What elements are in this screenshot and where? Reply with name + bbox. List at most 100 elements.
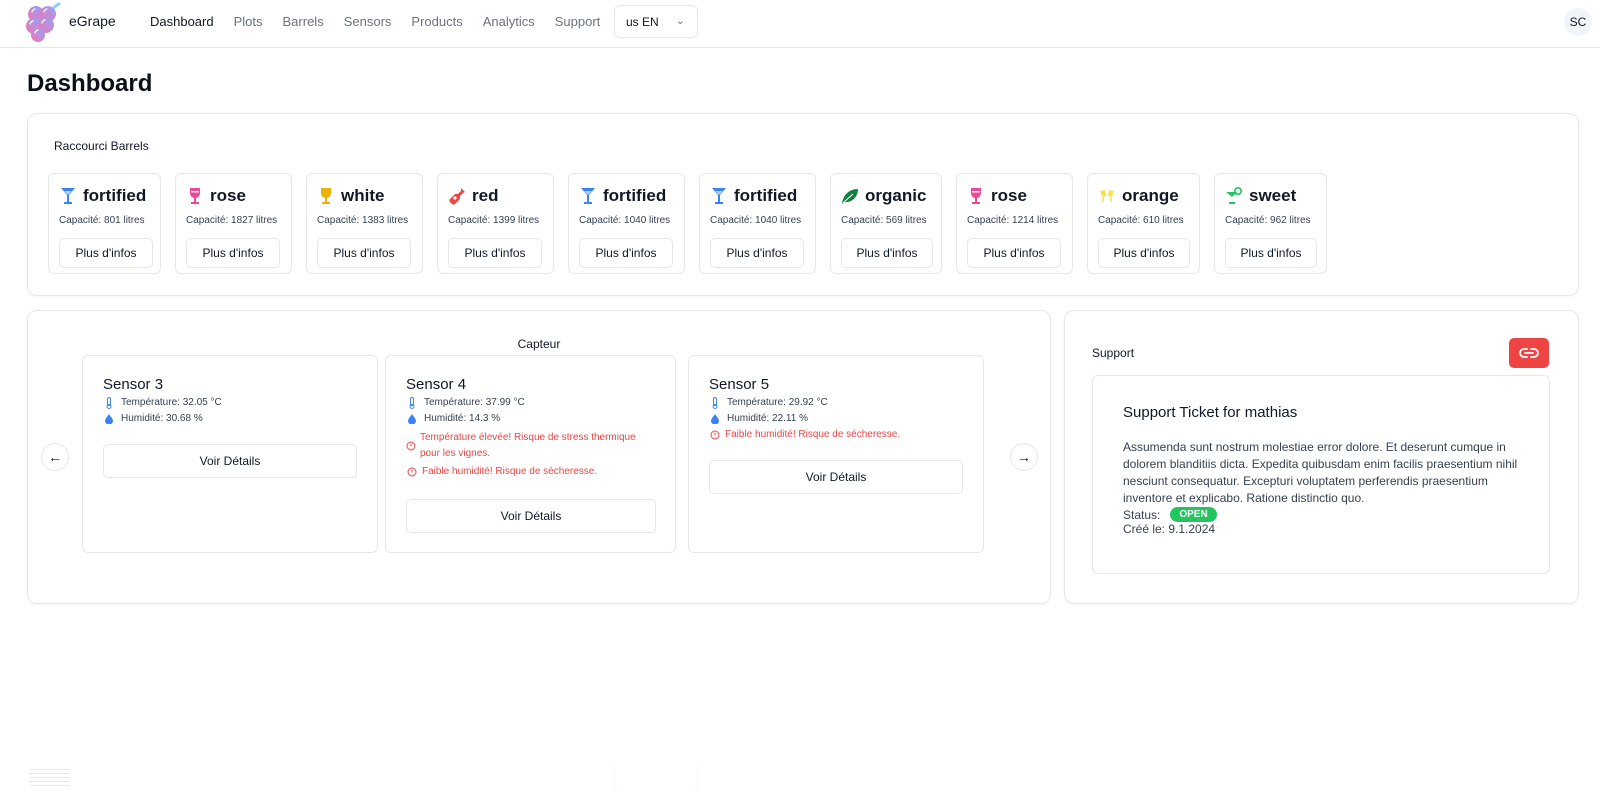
barrel-card: fortified Capacité: 1040 litres Plus d'i…	[699, 173, 816, 274]
nav-barrels[interactable]: Barrels	[283, 14, 324, 29]
page-title: Dashboard	[27, 70, 153, 97]
nav-analytics[interactable]: Analytics	[483, 14, 535, 29]
nav-plots[interactable]: Plots	[234, 14, 263, 29]
sensor-humidity: Humidité: 14.3 %	[424, 413, 501, 424]
barrel-card: organic Capacité: 569 litres Plus d'info…	[830, 173, 942, 274]
barrel-capacity: Capacité: 1214 litres	[967, 215, 1059, 226]
barrel-capacity: Capacité: 610 litres	[1098, 215, 1184, 226]
barrel-card: sweet Capacité: 962 litres Plus d'infos	[1214, 173, 1327, 274]
carousel-next-button[interactable]: →	[1010, 443, 1038, 471]
nav-products[interactable]: Products	[411, 14, 462, 29]
ticket-status-label: Status:	[1123, 507, 1161, 522]
ticket-description: Assumenda sunt nostrum molestiae error d…	[1123, 440, 1518, 505]
more-info-button[interactable]: Plus d'infos	[841, 238, 933, 268]
droplet-icon	[103, 414, 115, 424]
sensor-temperature: Température: 29.92 °C	[727, 397, 828, 408]
faded-logo	[30, 769, 70, 789]
main-nav: Dashboard Plots Barrels Sensors Products…	[150, 14, 620, 29]
more-info-button[interactable]: Plus d'infos	[186, 238, 280, 268]
barrel-card: red Capacité: 1399 litres Plus d'infos	[437, 173, 554, 274]
faded-navbar-artifact	[0, 766, 1600, 790]
barrels-shortcut-panel: Raccourci Barrels fortified Capacité: 80…	[27, 113, 1579, 296]
barrel-card: fortified Capacité: 1040 litres Plus d'i…	[568, 173, 685, 274]
barrel-capacity: Capacité: 1383 litres	[317, 215, 409, 226]
support-ticket-card[interactable]: Support Ticket for mathias Assumenda sun…	[1092, 375, 1550, 574]
sensor-warning: Température élevée! Risque de stress the…	[420, 432, 636, 459]
carousel-prev-button[interactable]: ←	[41, 443, 69, 471]
language-select[interactable]: us EN ⌄	[614, 5, 698, 38]
barrel-card: orange Capacité: 610 litres Plus d'infos	[1087, 173, 1200, 274]
barrel-card: fortified Capacité: 801 litres Plus d'in…	[48, 173, 161, 274]
status-badge: OPEN	[1170, 507, 1217, 522]
sensor-card: Sensor 3 Température: 32.05 °C Humidité:…	[82, 355, 378, 553]
barrel-type: fortified	[734, 186, 798, 205]
barrel-capacity: Capacité: 1040 litres	[710, 215, 802, 226]
thermometer-icon	[709, 397, 721, 409]
sensor-panel: Capteur ← Sensor 3 Température: 32.05 °C…	[27, 310, 1051, 604]
ticket-created-date: Créé le: 9.1.2024	[1123, 522, 1216, 536]
alert-circle-icon	[406, 441, 416, 451]
support-link-button[interactable]	[1509, 338, 1549, 368]
sensor-warning: Faible humidité! Risque de sécheresse.	[725, 429, 901, 440]
alert-circle-icon	[406, 467, 418, 477]
sensor-carousel: Sensor 3 Température: 32.05 °C Humidité:…	[82, 355, 1003, 555]
barrel-type: orange	[1122, 186, 1179, 205]
sensor-humidity: Humidité: 22.11 %	[727, 413, 808, 424]
barrel-type: sweet	[1249, 186, 1297, 205]
grape-logo-icon[interactable]	[26, 2, 62, 42]
barrel-capacity: Capacité: 801 litres	[59, 215, 145, 226]
sensor-temperature: Température: 32.05 °C	[121, 397, 222, 408]
cocktail-glass-icon	[59, 187, 77, 205]
barrel-type: organic	[865, 186, 927, 205]
more-info-button[interactable]: Plus d'infos	[59, 238, 153, 268]
more-info-button[interactable]: Plus d'infos	[448, 238, 542, 268]
wine-glass-icon	[317, 187, 335, 205]
barrel-type: rose	[210, 186, 246, 205]
barrel-card: rose Capacité: 1214 litres Plus d'infos	[956, 173, 1073, 274]
ticket-title: Support Ticket for mathias	[1123, 404, 1298, 421]
nav-dashboard[interactable]: Dashboard	[150, 14, 214, 29]
barrel-card: white Capacité: 1383 litres Plus d'infos	[306, 173, 423, 274]
top-navbar: eGrape Dashboard Plots Barrels Sensors P…	[0, 0, 1600, 48]
language-value: us EN	[626, 14, 659, 29]
faded-language-select	[614, 766, 698, 790]
view-details-button[interactable]: Voir Détails	[406, 499, 656, 533]
leaf-icon	[841, 187, 859, 205]
barrel-capacity: Capacité: 1040 litres	[579, 215, 671, 226]
barrel-type: red	[472, 186, 499, 205]
more-info-button[interactable]: Plus d'infos	[579, 238, 673, 268]
wine-glass-icon	[186, 187, 204, 205]
barrels-panel-label: Raccourci Barrels	[54, 139, 149, 153]
more-info-button[interactable]: Plus d'infos	[317, 238, 411, 268]
link-icon	[1519, 348, 1539, 358]
glasses-cheers-icon	[1098, 187, 1116, 205]
sensor-humidity: Humidité: 30.68 %	[121, 413, 203, 424]
user-avatar[interactable]: SC	[1564, 8, 1592, 36]
alert-circle-icon	[709, 430, 721, 440]
barrel-type: rose	[991, 186, 1027, 205]
thermometer-icon	[103, 397, 115, 409]
cocktail-glass-icon	[579, 187, 597, 205]
ticket-status-row: Status: OPEN	[1123, 507, 1519, 522]
more-info-button[interactable]: Plus d'infos	[710, 238, 804, 268]
more-info-button[interactable]: Plus d'infos	[967, 238, 1061, 268]
martini-glass-citrus-icon	[1225, 187, 1243, 205]
view-details-button[interactable]: Voir Détails	[709, 460, 963, 494]
barrel-capacity: Capacité: 1399 litres	[448, 215, 540, 226]
cocktail-glass-icon	[710, 187, 728, 205]
chevron-down-icon: ⌄	[675, 15, 685, 27]
brand-name[interactable]: eGrape	[69, 13, 116, 29]
nav-support[interactable]: Support	[555, 14, 601, 29]
barrel-type: white	[341, 186, 385, 205]
arrow-right-icon: →	[1017, 449, 1031, 465]
view-details-button[interactable]: Voir Détails	[103, 444, 357, 478]
more-info-button[interactable]: Plus d'infos	[1098, 238, 1190, 268]
sensor-name: Sensor 5	[709, 376, 770, 393]
support-panel-label: Support	[1092, 346, 1135, 360]
droplet-icon	[406, 414, 418, 424]
barrel-card: rose Capacité: 1827 litres Plus d'infos	[175, 173, 292, 274]
more-info-button[interactable]: Plus d'infos	[1225, 238, 1317, 268]
avatar-initials: SC	[1569, 15, 1587, 29]
barrel-type: fortified	[83, 186, 147, 205]
nav-sensors[interactable]: Sensors	[344, 14, 392, 29]
